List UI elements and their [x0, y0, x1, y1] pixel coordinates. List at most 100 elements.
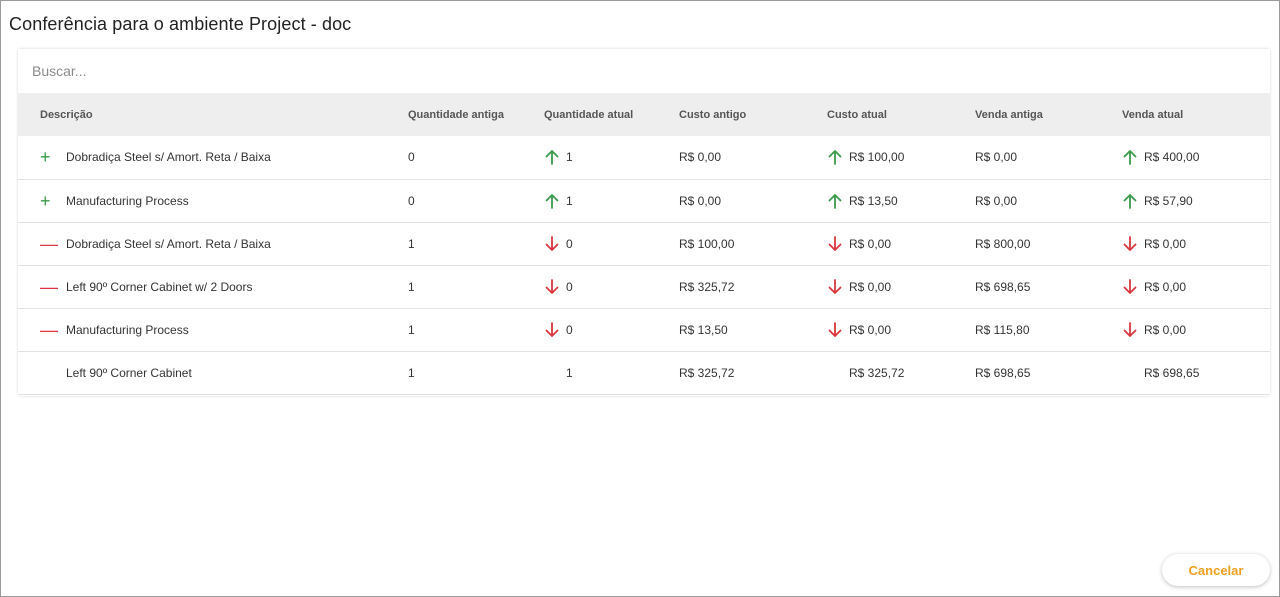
- minus-icon: —: [40, 233, 58, 254]
- cost-new-cell: R$ 0,00: [827, 308, 975, 351]
- dialog: Conferência para o ambiente Project - do…: [0, 0, 1280, 597]
- cost-new-value: R$ 0,00: [849, 279, 892, 294]
- quantity-old-cell: 1: [408, 279, 415, 294]
- table-row[interactable]: — Manufacturing Process 1 0 R$ 13,50 R$ 0,00 R…: [18, 308, 1270, 351]
- cost-new-cell: R$ 0,00: [827, 222, 975, 265]
- sale-old-cell: R$ 800,00: [975, 236, 1031, 251]
- quantity-new-cell: 1: [544, 136, 679, 179]
- arrow-down-icon: [544, 278, 566, 295]
- cost-new-cell: R$ 100,00: [827, 136, 975, 179]
- cost-new-value: R$ 0,00: [849, 236, 892, 251]
- quantity-new-value: 1: [566, 365, 573, 380]
- plus-icon: +: [40, 147, 51, 168]
- arrow-up-icon: [544, 149, 566, 166]
- description-text: Manufacturing Process: [66, 193, 189, 208]
- cost-new-value: R$ 325,72: [849, 365, 905, 380]
- minus-icon: —: [40, 276, 58, 297]
- quantity-new-value: 0: [566, 322, 573, 337]
- quantity-new-value: 0: [566, 279, 573, 294]
- description-text: Left 90º Corner Cabinet w/ 2 Doors: [66, 279, 253, 294]
- cost-old-cell: R$ 100,00: [679, 236, 735, 251]
- cost-old-cell: R$ 0,00: [679, 193, 722, 208]
- cost-new-value: R$ 0,00: [849, 322, 892, 337]
- header-custo-atual[interactable]: Custo atual: [827, 93, 975, 136]
- table-row[interactable]: + Dobradiça Steel s/ Amort. Reta / Baixa 0…: [18, 136, 1270, 179]
- comparison-panel: Descrição Quantidade antiga Quantidade a…: [18, 49, 1270, 396]
- sale-new-value: R$ 0,00: [1144, 322, 1187, 337]
- arrow-down-icon: [827, 278, 849, 295]
- header-venda-atual[interactable]: Venda atual: [1122, 93, 1270, 136]
- arrow-down-icon: [1122, 235, 1144, 252]
- quantity-old-cell: 0: [408, 193, 415, 208]
- quantity-old-cell: 0: [408, 150, 415, 165]
- arrow-down-icon: [1122, 321, 1144, 338]
- quantity-new-cell: 0: [544, 265, 679, 308]
- description-text: Dobradiça Steel s/ Amort. Reta / Baixa: [66, 150, 271, 165]
- cost-old-cell: R$ 13,50: [679, 322, 728, 337]
- quantity-new-value: 0: [566, 236, 573, 251]
- quantity-new-cell: 0: [544, 308, 679, 351]
- arrow-up-icon: [827, 149, 849, 166]
- cost-new-value: R$ 13,50: [849, 193, 898, 208]
- header-quantidade-antiga[interactable]: Quantidade antiga: [408, 93, 544, 136]
- description-text: Dobradiça Steel s/ Amort. Reta / Baixa: [66, 236, 271, 251]
- description-cell: + Dobradiça Steel s/ Amort. Reta / Baixa: [18, 136, 408, 179]
- description-cell: — Dobradiça Steel s/ Amort. Reta / Baixa: [18, 222, 408, 265]
- no-arrow-spacer: [827, 365, 849, 381]
- quantity-old-cell: 1: [408, 236, 415, 251]
- quantity-old-cell: 1: [408, 322, 415, 337]
- header-custo-antigo[interactable]: Custo antigo: [679, 93, 827, 136]
- sale-new-value: R$ 57,90: [1144, 193, 1193, 208]
- sale-new-value: R$ 0,00: [1144, 279, 1187, 294]
- header-venda-antiga[interactable]: Venda antiga: [975, 93, 1122, 136]
- cost-new-value: R$ 100,00: [849, 150, 905, 165]
- cost-old-cell: R$ 325,72: [679, 365, 735, 380]
- arrow-down-icon: [827, 321, 849, 338]
- table-row[interactable]: — Dobradiça Steel s/ Amort. Reta / Baixa 1…: [18, 222, 1270, 265]
- arrow-down-icon: [544, 235, 566, 252]
- table-row[interactable]: — Left 90º Corner Cabinet w/ 2 Doors 1 0 R$ …: [18, 265, 1270, 308]
- description-text: Left 90º Corner Cabinet: [66, 365, 192, 380]
- description-cell: + Manufacturing Process: [18, 179, 408, 222]
- arrow-up-icon: [544, 193, 566, 209]
- quantity-new-cell: 0: [544, 222, 679, 265]
- quantity-new-cell: 1: [544, 351, 679, 394]
- quantity-new-value: 1: [566, 193, 573, 208]
- table-row[interactable]: + Manufacturing Process 0 1 R$ 0,00 R$ 13,50 R…: [18, 179, 1270, 222]
- table-row[interactable]: Left 90º Corner Cabinet 1 1 R$ 325,72 R$ 325…: [18, 351, 1270, 394]
- description-cell: — Manufacturing Process: [18, 308, 408, 351]
- sale-new-cell: R$ 698,65: [1122, 351, 1270, 394]
- sale-old-cell: R$ 698,65: [975, 279, 1031, 294]
- sale-new-value: R$ 400,00: [1144, 150, 1200, 165]
- arrow-up-icon: [827, 193, 849, 209]
- cost-old-cell: R$ 325,72: [679, 279, 735, 294]
- quantity-new-cell: 1: [544, 179, 679, 222]
- table-header-row: Descrição Quantidade antiga Quantidade a…: [18, 93, 1270, 136]
- cost-new-cell: R$ 0,00: [827, 265, 975, 308]
- sale-new-cell: R$ 57,90: [1122, 179, 1270, 222]
- sale-old-cell: R$ 0,00: [975, 150, 1018, 165]
- sale-old-cell: R$ 698,65: [975, 365, 1031, 380]
- sale-new-cell: R$ 0,00: [1122, 265, 1270, 308]
- sale-new-value: R$ 698,65: [1144, 365, 1200, 380]
- arrow-down-icon: [827, 235, 849, 252]
- sale-new-value: R$ 0,00: [1144, 236, 1187, 251]
- plus-icon: +: [40, 190, 51, 211]
- header-descricao[interactable]: Descrição: [18, 93, 408, 136]
- description-cell: Left 90º Corner Cabinet: [18, 351, 408, 394]
- comparison-table: Descrição Quantidade antiga Quantidade a…: [18, 93, 1270, 395]
- search-input[interactable]: [18, 49, 1270, 93]
- sale-new-cell: R$ 400,00: [1122, 136, 1270, 179]
- dialog-title: Conferência para o ambiente Project - do…: [9, 14, 352, 34]
- quantity-old-cell: 1: [408, 365, 415, 380]
- minus-icon: —: [40, 319, 58, 340]
- sale-old-cell: R$ 0,00: [975, 193, 1018, 208]
- sale-old-cell: R$ 115,80: [975, 322, 1030, 337]
- description-cell: — Left 90º Corner Cabinet w/ 2 Doors: [18, 265, 408, 308]
- sale-new-cell: R$ 0,00: [1122, 308, 1270, 351]
- header-quantidade-atual[interactable]: Quantidade atual: [544, 93, 679, 136]
- no-arrow-spacer: [544, 365, 566, 381]
- cost-old-cell: R$ 0,00: [679, 150, 722, 165]
- quantity-new-value: 1: [566, 150, 573, 165]
- cancel-button[interactable]: Cancelar: [1162, 554, 1270, 586]
